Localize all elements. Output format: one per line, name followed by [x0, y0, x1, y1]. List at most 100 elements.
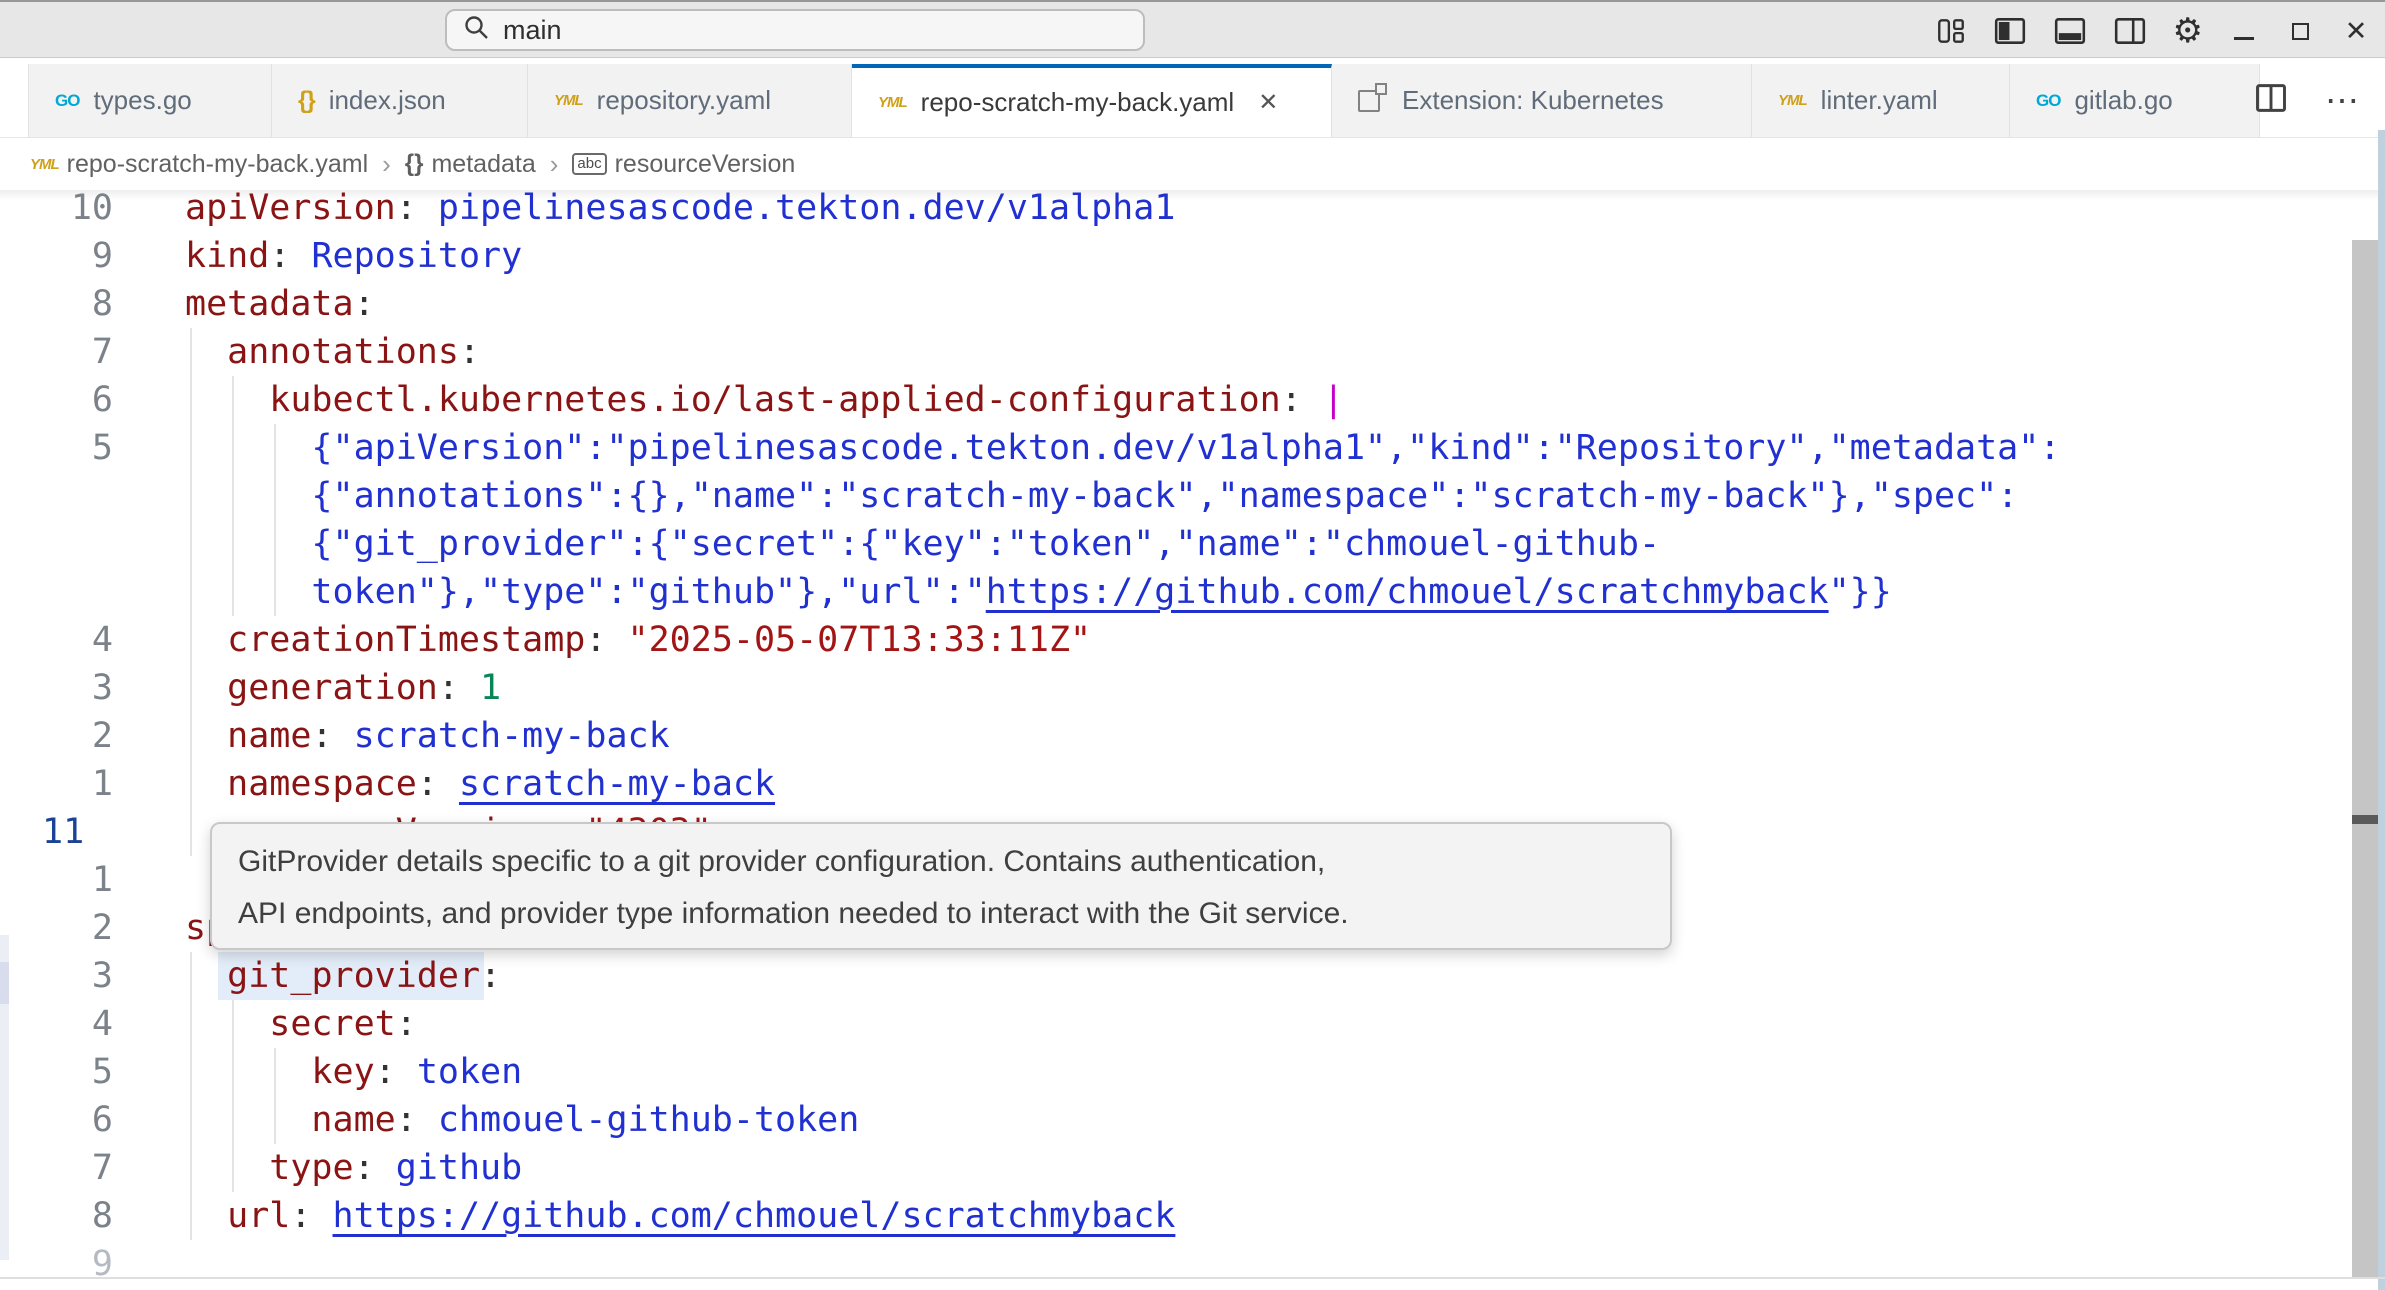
line-number: 2	[0, 712, 113, 760]
code-line[interactable]: 3 git_provider:	[0, 952, 2340, 1000]
code-text: annotations:	[185, 328, 480, 376]
code-line[interactable]: 6 kubectl.kubernetes.io/last-applied-con…	[0, 376, 2340, 424]
line-number: 8	[0, 1192, 113, 1240]
line-number: 1	[0, 856, 113, 904]
code-text: {"git_provider":{"secret":{"key":"token"…	[185, 520, 1660, 568]
code-text: kubectl.kubernetes.io/last-applied-confi…	[185, 376, 1344, 424]
tab-repo-scratch-my-back-yaml[interactable]: YML repo-scratch-my-back.yaml ✕	[852, 64, 1332, 137]
line-number: 2	[0, 904, 113, 952]
tab-label: repository.yaml	[597, 85, 771, 116]
tab-close-icon[interactable]: ✕	[1258, 88, 1278, 117]
breadcrumb-item-resourceversion[interactable]: abc resourceVersion	[572, 150, 795, 179]
yaml-file-icon: YML	[30, 156, 59, 173]
code-line[interactable]: token"},"type":"github"},"url":"https://…	[0, 568, 2340, 616]
editor-bottom-border	[0, 1277, 2385, 1279]
code-line[interactable]: 6 name: chmouel-github-token	[0, 1096, 2340, 1144]
customize-layout-icon[interactable]	[1935, 9, 1967, 53]
tab-label: repo-scratch-my-back.yaml	[921, 87, 1235, 118]
search-icon	[463, 14, 491, 47]
go-file-icon: GO	[2036, 91, 2060, 111]
tab-label: linter.yaml	[1821, 85, 1938, 116]
code-line[interactable]: 9 kind: Repository	[0, 232, 2340, 280]
more-actions-icon[interactable]: ⋯	[2325, 84, 2359, 118]
code-line[interactable]: 7 type: github	[0, 1144, 2340, 1192]
settings-gear-icon[interactable]: ⚙	[2173, 9, 2203, 53]
code-line[interactable]: 9	[0, 1240, 2340, 1288]
code-text: generation: 1	[185, 664, 501, 712]
hover-tooltip: GitProvider details specific to a git pr…	[210, 822, 1672, 950]
toggle-panel-icon[interactable]	[2053, 9, 2087, 53]
code-text: apiVersion: pipelinesascode.tekton.dev/v…	[185, 184, 1175, 232]
line-number: 10	[0, 184, 113, 232]
window-controls: ⚙ ✕	[1935, 2, 2371, 60]
code-line[interactable]: {"annotations":{},"name":"scratch-my-bac…	[0, 472, 2340, 520]
code-text: type: github	[185, 1144, 522, 1192]
line-number: 11	[42, 808, 84, 856]
toggle-secondary-sidebar-icon[interactable]	[2113, 9, 2147, 53]
maximize-button[interactable]	[2285, 9, 2315, 53]
minimize-button[interactable]	[2229, 9, 2259, 53]
code-line[interactable]: 4 creationTimestamp: "2025-05-07T13:33:1…	[0, 616, 2340, 664]
code-line[interactable]: {"git_provider":{"secret":{"key":"token"…	[0, 520, 2340, 568]
tab-list: GOtypes.go{}index.jsonYMLrepository.yaml…	[28, 64, 2260, 137]
tab-label: gitlab.go	[2074, 85, 2172, 116]
line-number: 9	[0, 232, 113, 280]
code-text: key: token	[185, 1048, 522, 1096]
line-number: 8	[0, 280, 113, 328]
line-number: 7	[0, 328, 113, 376]
line-number: 6	[0, 1096, 113, 1144]
tab-actions: ⋯	[2253, 64, 2359, 137]
title-bar: main ⚙ ✕	[0, 0, 2385, 58]
code-text: name: chmouel-github-token	[185, 1096, 859, 1144]
window-edge-strip	[2378, 130, 2385, 1290]
tab-label: index.json	[329, 85, 446, 116]
code-text: token"},"type":"github"},"url":"https://…	[185, 568, 1892, 616]
command-center[interactable]: main	[445, 9, 1145, 51]
tab-types-go[interactable]: GOtypes.go	[28, 64, 272, 137]
tab-label: types.go	[93, 85, 191, 116]
tab-bar: GOtypes.go{}index.jsonYMLrepository.yaml…	[0, 58, 2385, 138]
line-number: 4	[0, 616, 113, 664]
code-text: secret:	[185, 1000, 417, 1048]
toggle-primary-sidebar-icon[interactable]	[1993, 9, 2027, 53]
code-line[interactable]: 5 {"apiVersion":"pipelinesascode.tekton.…	[0, 424, 2340, 472]
line-number: 3	[0, 664, 113, 712]
vertical-scrollbar[interactable]	[2352, 240, 2378, 1277]
breadcrumb-item-metadata[interactable]: {}metadata	[405, 150, 536, 179]
code-text: git_provider:	[185, 952, 501, 1000]
breadcrumb-label: resourceVersion	[615, 150, 796, 179]
breadcrumb-separator: ›	[382, 149, 391, 180]
yaml-file-icon: YML	[878, 94, 907, 111]
tooltip-line-2: API endpoints, and provider type informa…	[238, 888, 1670, 940]
tab-repository-yaml[interactable]: YMLrepository.yaml	[528, 64, 852, 137]
split-editor-icon[interactable]	[2253, 81, 2289, 120]
string-symbol-icon: abc	[572, 153, 606, 175]
left-edge-strip-accent	[0, 962, 9, 1004]
tab-linter-yaml[interactable]: YMLlinter.yaml	[1752, 64, 2010, 137]
breadcrumb-item-file[interactable]: YMLrepo-scratch-my-back.yaml	[30, 150, 368, 179]
code-text: kind: Repository	[185, 232, 522, 280]
tab-extension-kubernetes[interactable]: Extension: Kubernetes	[1332, 64, 1752, 137]
tooltip-line-1: GitProvider details specific to a git pr…	[238, 836, 1670, 888]
code-line[interactable]: 8metadata:	[0, 280, 2340, 328]
code-line[interactable]: 10 apiVersion: pipelinesascode.tekton.dev…	[0, 184, 2340, 232]
line-number: 7	[0, 1144, 113, 1192]
code-line[interactable]: 8 url: https://github.com/chmouel/scratc…	[0, 1192, 2340, 1240]
tab-gitlab-go[interactable]: GO gitlab.go	[2010, 64, 2260, 137]
line-number: 9	[0, 1240, 113, 1288]
code-text: namespace: scratch-my-back	[185, 760, 775, 808]
tab-index-json[interactable]: {} index.json	[272, 64, 528, 137]
code-text: creationTimestamp: "2025-05-07T13:33:11Z…	[185, 616, 1091, 664]
code-line[interactable]: 7 annotations:	[0, 328, 2340, 376]
code-line[interactable]: 4 secret:	[0, 1000, 2340, 1048]
code-line[interactable]: 5 key: token	[0, 1048, 2340, 1096]
json-file-icon: {}	[298, 87, 315, 115]
breadcrumb-separator: ›	[550, 149, 559, 180]
code-line[interactable]: 1 namespace: scratch-my-back	[0, 760, 2340, 808]
code-text: url: https://github.com/chmouel/scratchm…	[185, 1192, 1175, 1240]
code-line[interactable]: 2 name: scratch-my-back	[0, 712, 2340, 760]
line-number: 3	[0, 952, 113, 1000]
code-line[interactable]: 3 generation: 1	[0, 664, 2340, 712]
line-number: 4	[0, 1000, 113, 1048]
close-button[interactable]: ✕	[2341, 9, 2371, 53]
